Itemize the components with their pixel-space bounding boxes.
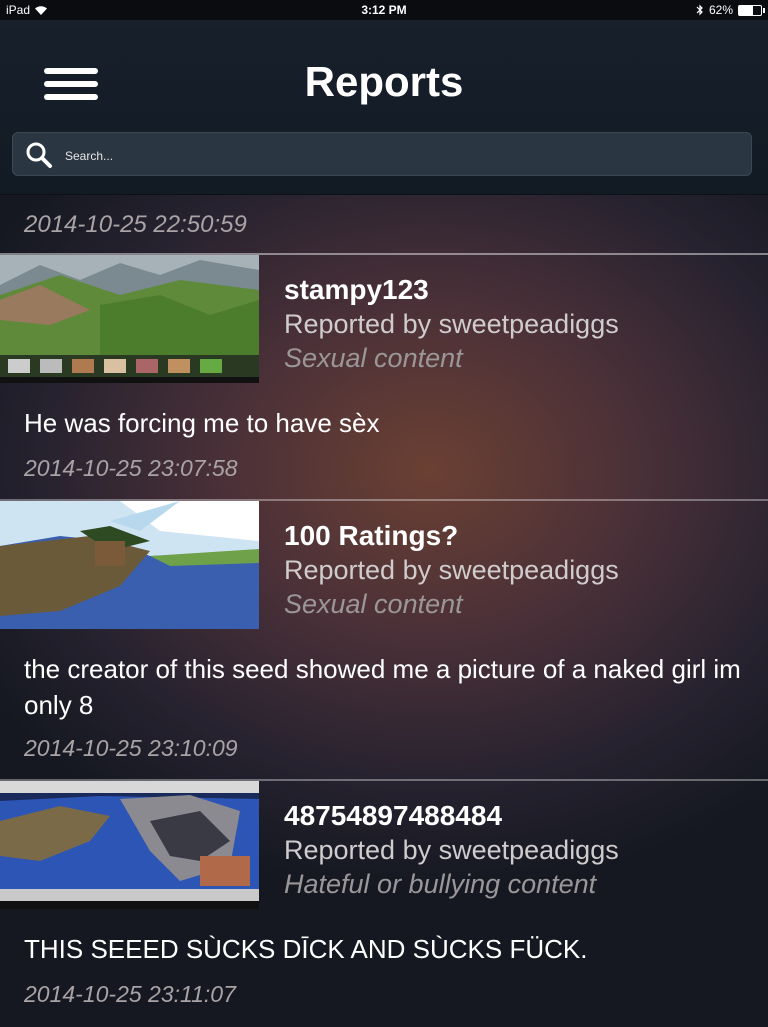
search-input[interactable] (63, 144, 727, 168)
report-reason: Sexual content (284, 343, 463, 373)
report-timestamp: 2014-10-25 23:10:09 (24, 735, 238, 761)
report-item[interactable]: 48754897488484 Reported by sweetpeadiggs… (0, 781, 768, 1027)
report-timestamp: 2014-10-25 23:07:58 (24, 455, 238, 481)
report-reason: Hateful or bullying content (284, 869, 597, 899)
report-reason: Sexual content (284, 589, 463, 619)
search-bar[interactable] (12, 132, 752, 176)
report-thumbnail (0, 501, 259, 629)
report-timestamp: 2014-10-25 23:11:07 (24, 981, 236, 1007)
search-icon (26, 142, 52, 168)
report-timestamp: 2014-10-25 22:50:59 (0, 195, 768, 255)
status-bar: iPad 3:12 PM 62% (0, 0, 768, 20)
report-title: stampy123 (284, 274, 429, 305)
page-title: Reports (304, 58, 464, 105)
report-item[interactable]: 100 Ratings? Reported by sweetpeadiggs S… (0, 501, 768, 781)
report-reporter: Reported by sweetpeadiggs (284, 555, 619, 585)
report-title: 100 Ratings? (284, 520, 459, 551)
report-reporter: Reported by sweetpeadiggs (284, 835, 619, 865)
bluetooth-icon (696, 4, 703, 16)
report-title: 48754897488484 (284, 800, 503, 831)
battery-percent: 62% (708, 3, 733, 17)
battery-icon (738, 4, 765, 16)
navigation-bar: Reports (0, 20, 768, 195)
report-item[interactable]: stampy123 Reported by sweetpeadiggs Sexu… (0, 255, 768, 501)
report-message: THIS SEEED SÙCKS DĪCK AND SÙCKS FÜCK. (24, 934, 588, 964)
status-time: 3:12 PM (361, 3, 407, 17)
report-message: the creator of this seed showed me a pic… (24, 654, 741, 720)
battery-level (739, 5, 753, 15)
report-reporter: Reported by sweetpeadiggs (284, 309, 619, 339)
report-message: He was forcing me to have sèx (24, 408, 380, 438)
report-thumbnail (0, 255, 259, 383)
reports-list: 2014-10-25 22:50:59 stampy123 Reported b… (0, 195, 768, 1027)
report-thumbnail (0, 781, 259, 909)
